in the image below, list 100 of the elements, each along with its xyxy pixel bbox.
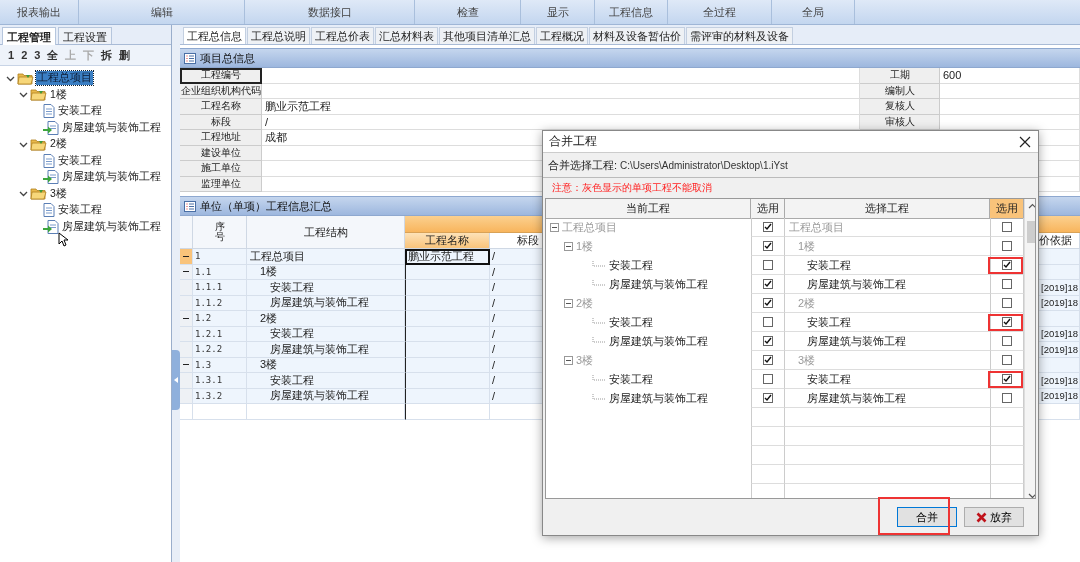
field-value[interactable] <box>262 83 860 99</box>
column-header: 标段 <box>490 233 543 249</box>
content-tab[interactable]: 汇总材料表 <box>375 27 438 44</box>
table-cell: [2019]18 <box>1039 373 1080 389</box>
table-cell: 1.2.2 <box>193 342 247 358</box>
scrollbar[interactable] <box>1024 199 1035 498</box>
collapse-handle[interactable] <box>172 350 180 410</box>
table-cell: 房屋建筑与装饰工程 <box>807 276 906 292</box>
table-cell <box>990 427 1024 446</box>
tool-button[interactable]: 拆 <box>101 48 113 62</box>
table-cell: 房屋建筑与装饰工程 <box>247 342 405 358</box>
toolbar-group[interactable]: 工程信息 <box>595 0 668 24</box>
field-value[interactable] <box>940 83 1080 99</box>
column-header: 当前工程 <box>546 199 751 219</box>
table-cell: 1.3.1 <box>193 373 247 389</box>
column-header: 工程名称 <box>405 233 490 249</box>
chevron-icon[interactable] <box>19 189 28 199</box>
tree-item[interactable]: 房屋建筑与装饰工程 <box>61 170 162 185</box>
content-tab[interactable]: 工程总价表 <box>311 27 374 44</box>
table-cell: / <box>490 342 543 358</box>
table-cell: 1楼 <box>798 238 816 254</box>
tree-item[interactable]: 房屋建筑与装饰工程 <box>61 120 162 135</box>
column-header: 选用 <box>990 199 1024 219</box>
document-arrow-icon <box>43 170 59 185</box>
table-cell: 安装工程 <box>247 373 405 389</box>
tree-item[interactable]: 2楼 <box>49 137 68 152</box>
row-marker[interactable] <box>180 342 193 358</box>
content-tab[interactable]: 需评审的材料及设备 <box>686 27 793 44</box>
toolbar-group[interactable]: 编辑 <box>79 0 245 24</box>
row-marker[interactable] <box>180 311 193 327</box>
tool-button[interactable]: 3 <box>34 48 41 62</box>
row-marker[interactable] <box>180 249 193 265</box>
folder-icon <box>17 71 34 85</box>
notice-text: 注意：灰色显示的单项工程不能取消 <box>552 181 712 195</box>
table-cell: [2019]18 <box>1039 342 1080 358</box>
content-tab[interactable]: 工程总信息 <box>183 27 246 44</box>
minus-icon[interactable] <box>183 254 189 258</box>
tree-item: 2楼 <box>576 296 594 311</box>
scroll-up-icon[interactable] <box>1028 203 1035 209</box>
document-icon <box>43 153 55 168</box>
table-cell: 2楼 <box>247 311 405 327</box>
table-cell: 安装工程 <box>807 371 851 387</box>
folder-icon <box>30 88 47 102</box>
scroll-thumb[interactable] <box>1027 221 1035 243</box>
toolbar-group[interactable]: 全过程 <box>668 0 772 24</box>
tree-item[interactable]: 3楼 <box>49 186 68 201</box>
field-value[interactable]: 鹏业示范工程 <box>262 99 860 115</box>
tree-item[interactable]: 1楼 <box>49 87 68 102</box>
tree-item[interactable]: 安装工程 <box>57 153 103 168</box>
dialog-title: 合并工程 <box>549 134 597 149</box>
tool-button[interactable]: 全 <box>47 48 59 62</box>
folder-icon <box>30 137 47 151</box>
table-cell <box>990 465 1024 484</box>
toolbar-group[interactable]: 显示 <box>521 0 595 24</box>
row-marker[interactable] <box>180 404 193 420</box>
field-value[interactable] <box>940 99 1080 115</box>
content-tab[interactable]: 工程总说明 <box>247 27 310 44</box>
document-arrow-icon <box>43 219 59 234</box>
table-cell: 鹏业示范工程 <box>405 249 490 265</box>
row-marker[interactable] <box>180 373 193 389</box>
tree-item: 1楼 <box>576 239 594 254</box>
column-header: 选择工程 <box>785 199 990 219</box>
merge-button[interactable]: 合并 <box>897 507 957 527</box>
toolbar-group[interactable]: 数据接口 <box>245 0 415 24</box>
table-cell: 1.1.1 <box>193 280 247 296</box>
content-tab[interactable]: 其他项目清单汇总 <box>439 27 535 44</box>
table-cell <box>193 404 247 420</box>
minus-icon[interactable] <box>183 363 189 367</box>
tool-button[interactable]: 1 <box>8 48 15 62</box>
field-value[interactable]: 600 <box>940 68 1080 84</box>
tool-button[interactable]: 2 <box>21 48 28 62</box>
table-cell: [2019]18 <box>1039 280 1080 296</box>
content-tab[interactable]: 工程概况 <box>536 27 588 44</box>
column-header: 价依据 <box>1039 233 1080 249</box>
minus-icon[interactable] <box>183 270 189 274</box>
content-tab[interactable]: 材料及设备暂估价 <box>589 27 685 44</box>
field-label: 工程名称 <box>180 99 262 115</box>
field-value[interactable] <box>262 68 860 84</box>
tree-item[interactable]: 安装工程 <box>57 104 103 119</box>
file-path: C:\Users\Administrator\Desktop\1.iYst <box>620 159 788 171</box>
table-cell: 1 <box>193 249 247 265</box>
list-icon <box>184 200 196 212</box>
tool-button[interactable]: 删 <box>119 48 131 62</box>
cursor-icon <box>58 232 68 247</box>
tree-item[interactable]: 安装工程 <box>57 203 103 218</box>
table-cell: 房屋建筑与装饰工程 <box>807 390 906 406</box>
panel-tab[interactable]: 工程设置 <box>58 27 112 44</box>
toolbar-group[interactable]: 报表输出 <box>0 0 79 24</box>
tree-item[interactable]: 工程总项目 <box>36 71 93 86</box>
toolbar-group[interactable]: 全局 <box>772 0 855 24</box>
panel-tab[interactable]: 工程管理 <box>2 27 56 45</box>
close-icon <box>976 511 987 523</box>
close-icon[interactable] <box>1018 134 1032 149</box>
folder-icon <box>30 187 47 201</box>
field-label: 工期 <box>860 68 940 84</box>
minus-icon[interactable] <box>183 316 189 320</box>
column-header: 序号 <box>193 216 247 249</box>
tree-item[interactable]: 房屋建筑与装饰工程 <box>61 219 162 234</box>
cancel-button[interactable]: 放弃 <box>964 507 1024 527</box>
toolbar-group[interactable]: 检查 <box>415 0 521 24</box>
